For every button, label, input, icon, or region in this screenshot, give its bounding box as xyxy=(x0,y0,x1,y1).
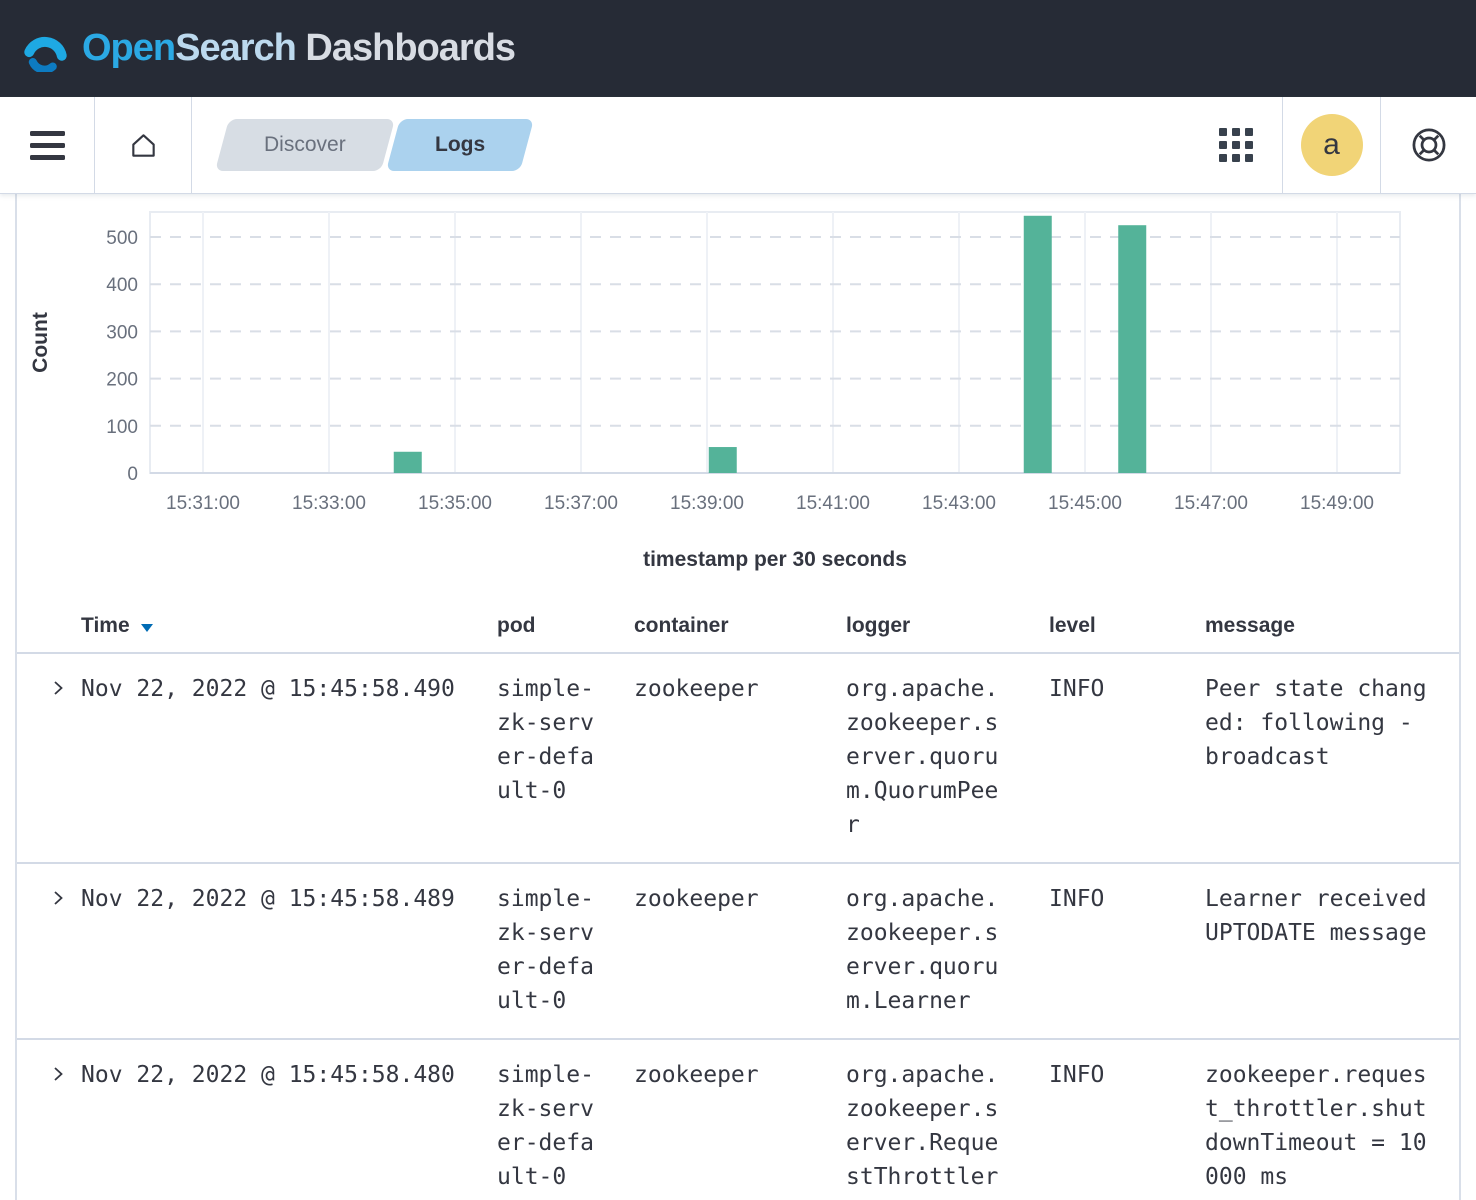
x-tick-label: 15:39:00 xyxy=(670,493,744,514)
help-button[interactable] xyxy=(1381,97,1476,193)
discover-content: 15:31:00 15:33:00 15:35:00 15:37:00 15:39:00… xyxy=(15,194,1461,1200)
cell-time: Nov 22, 2022 @ 15:45:58.489 xyxy=(81,882,497,916)
y-tick-label: 100 xyxy=(106,417,138,438)
app-banner: OpenSearch Dashboards xyxy=(0,0,1476,97)
app-title: OpenSearch Dashboards xyxy=(82,27,515,70)
breadcrumb: Discover Logs xyxy=(222,97,527,193)
cell-message: zookeeper.request_throttler.shutdownTime… xyxy=(1205,1058,1459,1194)
column-header-logger[interactable]: logger xyxy=(846,614,1049,638)
breadcrumb-discover[interactable]: Discover xyxy=(215,119,395,171)
cell-level: INFO xyxy=(1049,672,1205,706)
y-tick-label: 500 xyxy=(106,228,138,249)
breadcrumb-label: Discover xyxy=(264,133,346,157)
cell-pod: simple-zk-server-default-0 xyxy=(497,882,634,1018)
documents-table: Time pod container logger level message … xyxy=(17,599,1459,1200)
column-header-pod[interactable]: pod xyxy=(497,614,634,638)
cell-message: Learner received UPTODATE message xyxy=(1205,882,1459,950)
x-tick-label: 15:45:00 xyxy=(1048,493,1122,514)
breadcrumb-label: Logs xyxy=(435,133,485,157)
histogram-bar[interactable] xyxy=(709,447,737,473)
x-tick-label: 15:33:00 xyxy=(292,493,366,514)
chevron-right-icon xyxy=(48,678,68,698)
y-axis-title: Count xyxy=(29,312,52,373)
cell-level: INFO xyxy=(1049,882,1205,916)
cell-pod: simple-zk-server-default-0 xyxy=(497,672,634,808)
table-row: Nov 22, 2022 @ 15:45:58.490 simple-zk-se… xyxy=(17,654,1459,864)
x-tick-label: 15:43:00 xyxy=(922,493,996,514)
home-icon xyxy=(128,130,159,161)
home-button[interactable] xyxy=(95,97,191,193)
hamburger-icon xyxy=(30,131,65,136)
y-tick-label: 300 xyxy=(106,322,138,343)
user-avatar[interactable]: a xyxy=(1301,114,1363,176)
chevron-right-icon xyxy=(48,888,68,908)
column-header-container[interactable]: container xyxy=(634,614,846,638)
breadcrumb-logs[interactable]: Logs xyxy=(386,119,534,171)
cell-container: zookeeper xyxy=(634,672,846,706)
table-row: Nov 22, 2022 @ 15:45:58.489 simple-zk-se… xyxy=(17,864,1459,1040)
x-tick-label: 15:35:00 xyxy=(418,493,492,514)
divider xyxy=(191,97,192,193)
cell-message: Peer state changed: following - broadcas… xyxy=(1205,672,1459,774)
x-tick-label: 15:47:00 xyxy=(1174,493,1248,514)
histogram-chart: 15:31:00 15:33:00 15:35:00 15:37:00 15:39:00… xyxy=(17,194,1459,584)
cell-logger: org.apache.zookeeper.server.RequestThrot… xyxy=(846,1058,1049,1194)
histogram-bar[interactable] xyxy=(1118,225,1146,473)
x-tick-label: 15:31:00 xyxy=(166,493,240,514)
x-axis-title: timestamp per 30 seconds xyxy=(643,548,907,571)
histogram-bar[interactable] xyxy=(1024,216,1052,473)
cell-logger: org.apache.zookeeper.server.quorum.Quoru… xyxy=(846,672,1049,842)
histogram-bar[interactable] xyxy=(394,452,422,473)
cell-container: zookeeper xyxy=(634,882,846,916)
x-tick-label: 15:49:00 xyxy=(1300,493,1374,514)
expand-row-button[interactable] xyxy=(35,888,81,911)
top-nav: Discover Logs a xyxy=(0,97,1476,194)
cell-time: Nov 22, 2022 @ 15:45:58.490 xyxy=(81,672,497,706)
cell-pod: simple-zk-server-default-0 xyxy=(497,1058,634,1194)
cell-time: Nov 22, 2022 @ 15:45:58.480 xyxy=(81,1058,497,1092)
apps-grid-button[interactable] xyxy=(1190,97,1282,193)
chevron-right-icon xyxy=(48,1064,68,1084)
column-header-time[interactable]: Time xyxy=(81,614,497,638)
cell-logger: org.apache.zookeeper.server.quorum.Learn… xyxy=(846,882,1049,1018)
y-tick-label: 0 xyxy=(127,464,138,485)
y-tick-label: 400 xyxy=(106,275,138,296)
apps-grid-icon xyxy=(1219,128,1253,162)
table-row: Nov 22, 2022 @ 15:45:58.480 simple-zk-se… xyxy=(17,1040,1459,1200)
histogram-section: 15:31:00 15:33:00 15:35:00 15:37:00 15:39:00… xyxy=(17,194,1459,584)
cell-level: INFO xyxy=(1049,1058,1205,1092)
menu-button[interactable] xyxy=(0,97,94,193)
expand-row-button[interactable] xyxy=(35,678,81,701)
x-tick-label: 15:41:00 xyxy=(796,493,870,514)
sort-desc-icon xyxy=(140,622,154,633)
x-tick-label: 15:37:00 xyxy=(544,493,618,514)
nav-right-section: a xyxy=(1190,97,1476,193)
opensearch-logo: OpenSearch Dashboards xyxy=(22,25,515,72)
life-ring-icon xyxy=(1410,126,1448,164)
table-header-row: Time pod container logger level message xyxy=(17,599,1459,654)
cell-container: zookeeper xyxy=(634,1058,846,1092)
opensearch-logo-icon xyxy=(22,25,69,72)
y-tick-label: 200 xyxy=(106,370,138,391)
column-header-level[interactable]: level xyxy=(1049,614,1205,638)
expand-row-button[interactable] xyxy=(35,1064,81,1087)
column-header-message[interactable]: message xyxy=(1205,614,1459,638)
